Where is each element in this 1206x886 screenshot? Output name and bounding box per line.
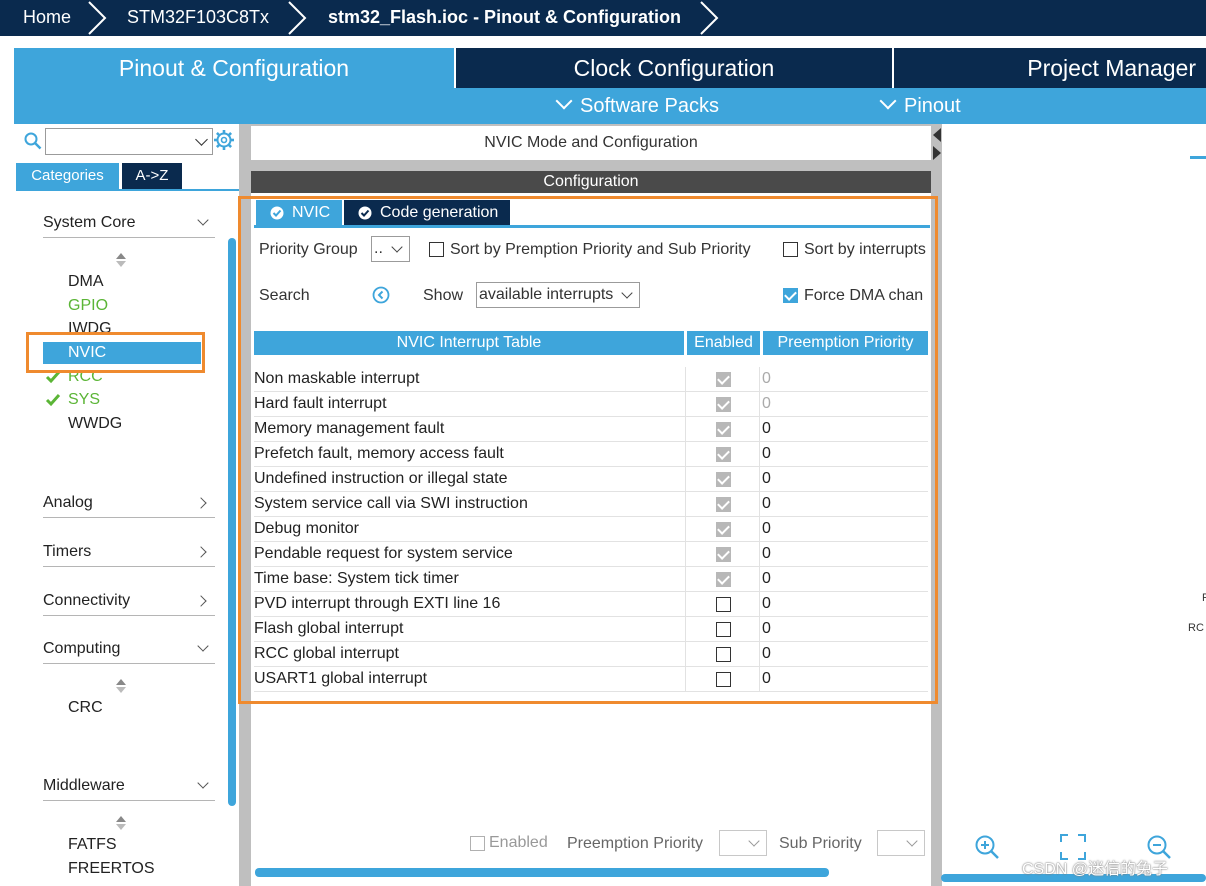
- tab-a-z[interactable]: A->Z: [122, 163, 182, 189]
- pin-label: RC: [1188, 622, 1204, 634]
- bottom-sub-priority-label: Sub Priority: [779, 835, 862, 852]
- category-item-wwdg[interactable]: WWDG: [68, 413, 122, 435]
- breadcrumb-separator-icon: [286, 0, 308, 36]
- configuration-header: Configuration: [251, 171, 931, 193]
- chevron-down-icon: [197, 214, 209, 226]
- breadcrumb-current-file[interactable]: stm32_Flash.ioc - Pinout & Configuration: [328, 0, 681, 36]
- category-tab-underline: [16, 189, 239, 191]
- gear-icon[interactable]: [213, 129, 235, 151]
- chevron-down-icon: [748, 835, 760, 847]
- horizontal-scrollbar[interactable]: [255, 868, 829, 877]
- chevron-down-icon: [195, 133, 208, 146]
- chevron-right-icon: [195, 595, 207, 607]
- tab-pinout-configuration[interactable]: Pinout & Configuration: [14, 48, 454, 88]
- pinout-menu[interactable]: Pinout: [879, 88, 961, 124]
- sort-icon[interactable]: [116, 816, 126, 830]
- breadcrumb-separator-icon: [86, 0, 108, 36]
- section-label: System Core: [43, 214, 136, 231]
- category-item-crc[interactable]: CRC: [68, 697, 103, 719]
- software-packs-menu[interactable]: Software Packs: [555, 88, 719, 124]
- tab-clock-configuration[interactable]: Clock Configuration: [456, 48, 892, 88]
- zoom-in-icon[interactable]: [974, 834, 1000, 860]
- pinout-view-panel: [942, 124, 1206, 886]
- collapse-arrow-icon[interactable]: [932, 128, 942, 160]
- bottom-preemption-select[interactable]: [719, 830, 767, 856]
- chevron-right-icon: [195, 546, 207, 558]
- sort-icon[interactable]: [116, 679, 126, 693]
- chevron-down-icon: [197, 777, 209, 789]
- section-analog[interactable]: Analog: [43, 488, 215, 518]
- panel-title: NVIC Mode and Configuration: [251, 126, 931, 160]
- nvic-table-highlight-box: [238, 196, 938, 704]
- chevron-down-icon: [197, 640, 209, 652]
- chevron-right-icon: [195, 497, 207, 509]
- category-item-gpio[interactable]: GPIO: [68, 295, 108, 317]
- section-label: Analog: [43, 494, 93, 511]
- tab-project-manager[interactable]: Project Manager: [894, 48, 1206, 88]
- section-system-core[interactable]: System Core: [43, 208, 215, 238]
- pin-label: R: [1202, 592, 1206, 604]
- main-tabs: Pinout & Configuration Clock Configurati…: [14, 48, 1206, 88]
- chevron-down-icon: [879, 92, 897, 110]
- section-middleware[interactable]: Middleware: [43, 771, 215, 801]
- chevron-down-icon: [906, 835, 918, 847]
- view-indicator: [1190, 156, 1206, 159]
- section-label: Timers: [43, 543, 92, 560]
- nvic-highlight-box: [26, 332, 205, 373]
- pinout-label: Pinout: [904, 95, 961, 117]
- bottom-enabled-label: Enabled: [489, 834, 548, 851]
- sort-icon[interactable]: [116, 253, 126, 267]
- bottom-enabled-checkbox[interactable]: [470, 836, 485, 851]
- bottom-sub-priority-select[interactable]: [877, 830, 925, 856]
- categories-panel: Categories A->Z System Core DMA GPIO IWD…: [14, 124, 239, 886]
- search-input[interactable]: [45, 128, 213, 155]
- watermark: CSDN @迷信的兔子: [1022, 861, 1169, 878]
- section-label: Computing: [43, 640, 121, 657]
- sub-navigation: Software Packs Pinout: [14, 88, 1206, 124]
- section-connectivity[interactable]: Connectivity: [43, 586, 215, 616]
- section-timers[interactable]: Timers: [43, 537, 215, 567]
- category-item-dma[interactable]: DMA: [68, 271, 104, 293]
- chevron-down-icon: [555, 92, 573, 110]
- vertical-scrollbar[interactable]: [228, 238, 236, 806]
- section-label: Connectivity: [43, 592, 131, 609]
- tab-categories[interactable]: Categories: [16, 163, 119, 189]
- category-item-freertos[interactable]: FREERTOS: [68, 858, 155, 880]
- breadcrumb-home[interactable]: Home: [23, 0, 71, 36]
- search-icon[interactable]: [24, 132, 42, 150]
- software-packs-label: Software Packs: [580, 95, 719, 117]
- category-item-fatfs[interactable]: FATFS: [68, 834, 117, 856]
- breadcrumb-device[interactable]: STM32F103C8Tx: [127, 0, 269, 36]
- section-label: Middleware: [43, 777, 125, 794]
- breadcrumb: Home STM32F103C8Tx stm32_Flash.ioc - Pin…: [0, 0, 1206, 36]
- breadcrumb-separator-icon: [698, 0, 720, 36]
- section-computing[interactable]: Computing: [43, 634, 215, 664]
- check-icon: [45, 394, 61, 407]
- bottom-preemption-label: Preemption Priority: [567, 835, 704, 852]
- category-item-sys[interactable]: SYS: [68, 389, 100, 411]
